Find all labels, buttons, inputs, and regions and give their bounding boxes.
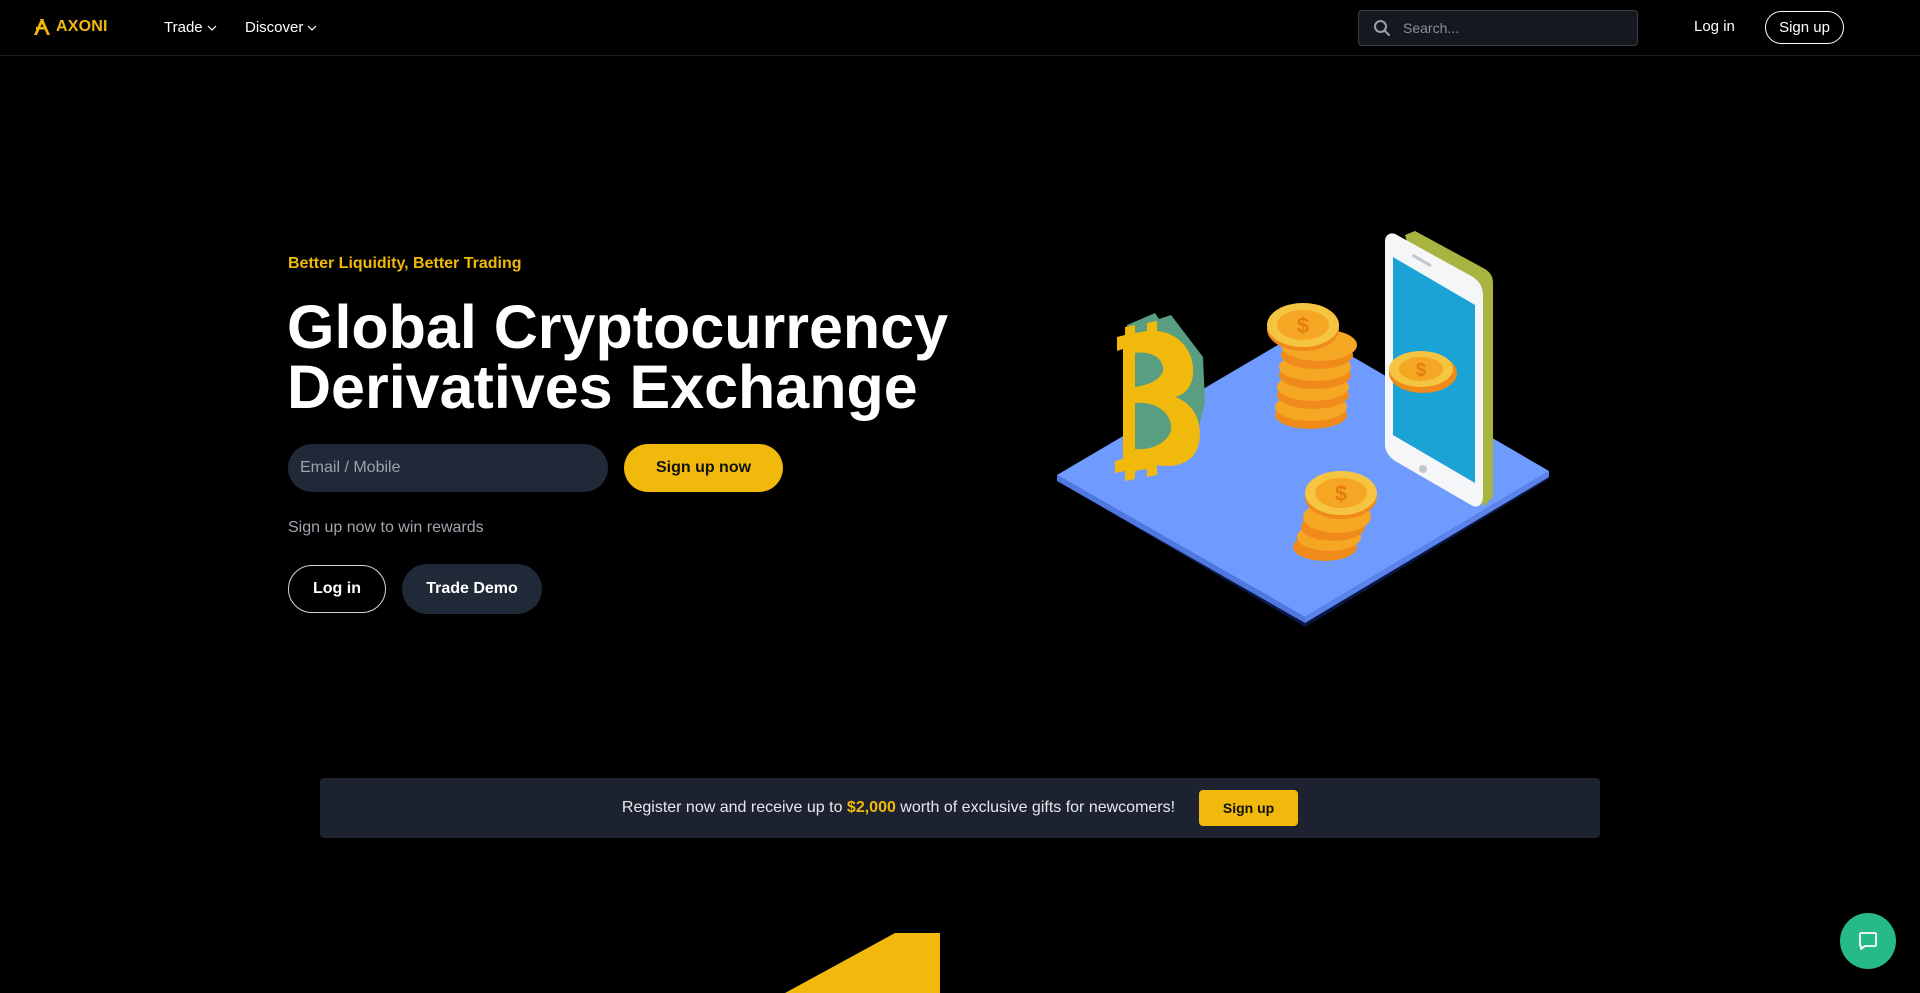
header-login-link[interactable]: Log in [1694,18,1735,35]
hero-title-line1: Global Cryptocurrency [287,293,948,361]
promo-banner: Register now and receive up to $2,000 wo… [320,778,1600,838]
search-box[interactable] [1358,10,1638,46]
chevron-down-icon [207,25,217,31]
chat-icon [1859,932,1877,950]
chat-support-button[interactable] [1840,913,1896,969]
promo-text-before: Register now and receive up to [621,799,847,816]
brand-logo[interactable]: AXONI [32,17,108,37]
email-mobile-input[interactable] [288,444,608,492]
coin-stack-icon: $ [1267,303,1357,429]
svg-text:$: $ [1297,313,1309,338]
nav-discover-label: Discover [245,19,304,36]
rewards-text: Sign up now to win rewards [288,519,484,536]
promo-banner-text: Register now and receive up to $2,000 wo… [622,799,1175,817]
brand-name: AXONI [56,18,108,35]
search-icon [1374,20,1390,36]
nav-trade[interactable]: Trade [164,19,217,36]
promo-amount: $2,000 [846,799,896,816]
hero-login-button[interactable]: Log in [288,565,386,613]
axoni-logo-icon [34,19,50,35]
trade-demo-button[interactable]: Trade Demo [402,564,542,614]
svg-text:$: $ [1335,481,1347,506]
hero-tagline: Better Liquidity, Better Trading [288,255,522,272]
hero-title: Global Cryptocurrency Derivatives Exchan… [287,293,1007,421]
search-input[interactable] [1403,20,1623,36]
signup-now-button[interactable]: Sign up now [624,444,783,492]
top-navbar: AXONI Trade Discover Log in Sign up [0,0,1920,56]
header-signup-button[interactable]: Sign up [1765,11,1844,44]
chevron-down-icon [307,25,317,31]
promo-signup-button[interactable]: Sign up [1199,790,1299,826]
svg-text:$: $ [1416,360,1426,380]
nav-discover[interactable]: Discover [245,19,317,36]
nav-trade-label: Trade [164,19,203,36]
hero-title-line2: Derivatives Exchange [287,353,918,421]
bitcoin-icon [1115,313,1205,481]
decorative-yellow-shape [785,933,940,993]
promo-text-after: worth of exclusive gifts for newcomers! [895,799,1176,816]
crypto-isometric-illustration: $ $ $ [1057,231,1549,627]
